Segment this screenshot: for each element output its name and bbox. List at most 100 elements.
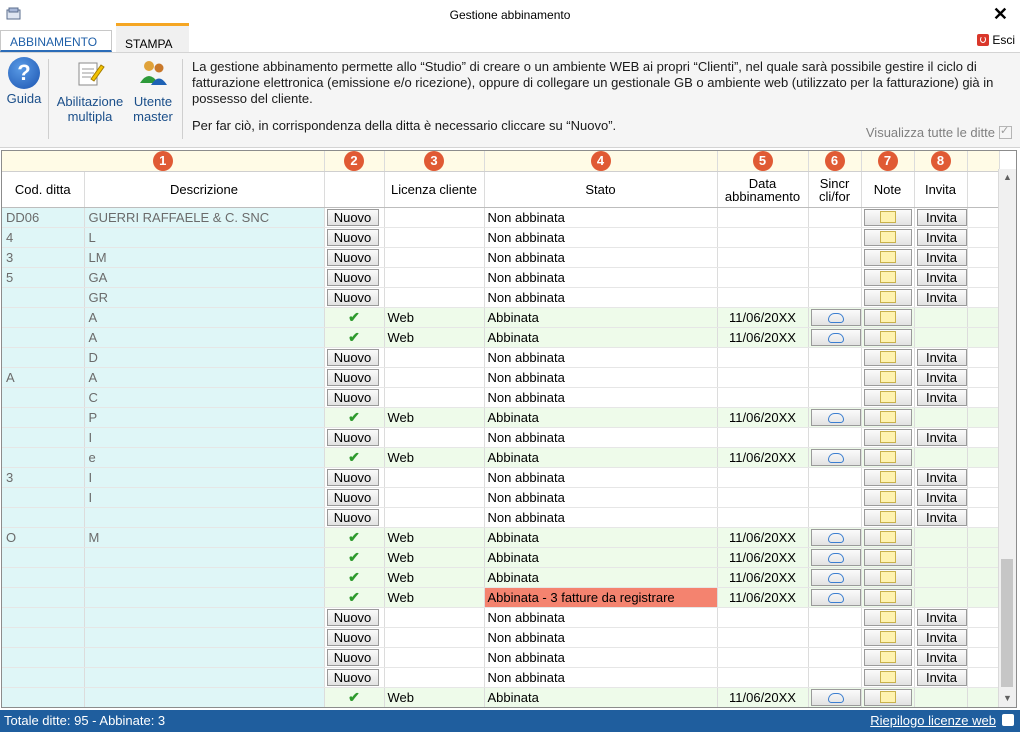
guida-button[interactable]: ? Guida bbox=[4, 57, 44, 106]
export-icon[interactable] bbox=[1002, 714, 1014, 726]
header-licenza[interactable]: Licenza cliente bbox=[384, 171, 485, 208]
table-row[interactable]: 3 LM Nuovo Non abbinata Invita bbox=[2, 247, 1000, 268]
utente-master-button[interactable]: Utente master bbox=[130, 57, 176, 124]
invita-button[interactable]: Invita bbox=[916, 509, 966, 526]
show-all-checkbox[interactable] bbox=[999, 124, 1012, 139]
table-row[interactable]: GR Nuovo Non abbinata Invita bbox=[2, 287, 1000, 308]
nuovo-button[interactable]: Nuovo bbox=[326, 489, 379, 506]
table-row[interactable]: DD06 GUERRI RAFFAELE & C. SNC Nuovo Non abb… bbox=[2, 207, 1000, 228]
header-descrizione[interactable]: Descrizione bbox=[84, 171, 325, 208]
invita-button[interactable]: Invita bbox=[916, 209, 966, 226]
invita-button[interactable]: Invita bbox=[916, 649, 966, 666]
note-button[interactable] bbox=[863, 389, 912, 406]
invita-button[interactable]: Invita bbox=[916, 469, 966, 486]
note-button[interactable] bbox=[863, 629, 912, 646]
nuovo-button[interactable]: Nuovo bbox=[326, 609, 379, 626]
note-button[interactable] bbox=[863, 669, 912, 686]
invita-button[interactable]: Invita bbox=[916, 229, 966, 246]
header-stato[interactable]: Stato bbox=[484, 171, 718, 208]
table-row[interactable]: 4 L Nuovo Non abbinata Invita bbox=[2, 227, 1000, 248]
table-row[interactable]: Nuovo Non abbinata Invita bbox=[2, 667, 1000, 688]
table-row[interactable]: Nuovo Non abbinata Invita bbox=[2, 507, 1000, 528]
scroll-thumb[interactable] bbox=[1001, 559, 1013, 687]
note-button[interactable] bbox=[863, 469, 912, 486]
note-button[interactable] bbox=[863, 269, 912, 286]
table-row[interactable]: P ✔ Web Abbinata 11/06/20XX bbox=[2, 407, 1000, 428]
note-button[interactable] bbox=[863, 409, 912, 426]
note-button[interactable] bbox=[863, 349, 912, 366]
table-row[interactable]: 5 GA Nuovo Non abbinata Invita bbox=[2, 267, 1000, 288]
nuovo-button[interactable]: Nuovo bbox=[326, 669, 379, 686]
riepilogo-licenze-link[interactable]: Riepilogo licenze web bbox=[870, 713, 996, 728]
nuovo-button[interactable]: Nuovo bbox=[326, 629, 379, 646]
nuovo-button[interactable]: Nuovo bbox=[326, 289, 379, 306]
invita-button[interactable]: Invita bbox=[916, 369, 966, 386]
note-button[interactable] bbox=[863, 309, 912, 326]
note-button[interactable] bbox=[863, 369, 912, 386]
table-row[interactable]: I Nuovo Non abbinata Invita bbox=[2, 427, 1000, 448]
note-button[interactable] bbox=[863, 229, 912, 246]
invita-button[interactable]: Invita bbox=[916, 269, 966, 286]
note-button[interactable] bbox=[863, 509, 912, 526]
vertical-scrollbar[interactable]: ▲ ▼ bbox=[998, 169, 1016, 707]
table-row[interactable]: D Nuovo Non abbinata Invita bbox=[2, 347, 1000, 368]
abilitazione-multipla-button[interactable]: Abilitazione multipla bbox=[52, 57, 128, 124]
sync-button[interactable] bbox=[810, 689, 860, 706]
nuovo-button[interactable]: Nuovo bbox=[326, 209, 379, 226]
tab-abbinamento[interactable]: ABBINAMENTO bbox=[0, 30, 112, 52]
table-row[interactable]: e ✔ Web Abbinata 11/06/20XX bbox=[2, 447, 1000, 468]
close-icon[interactable]: ✕ bbox=[993, 4, 1008, 25]
sync-button[interactable] bbox=[810, 589, 860, 606]
invita-button[interactable]: Invita bbox=[916, 609, 966, 626]
nuovo-button[interactable]: Nuovo bbox=[326, 649, 379, 666]
nuovo-button[interactable]: Nuovo bbox=[326, 509, 379, 526]
sync-button[interactable] bbox=[810, 569, 860, 586]
note-button[interactable] bbox=[863, 329, 912, 346]
invita-button[interactable]: Invita bbox=[916, 389, 966, 406]
invita-button[interactable]: Invita bbox=[916, 669, 966, 686]
scroll-down-icon[interactable]: ▼ bbox=[999, 690, 1016, 707]
sync-button[interactable] bbox=[810, 409, 860, 426]
tab-stampa[interactable]: STAMPA bbox=[116, 23, 189, 52]
sync-button[interactable] bbox=[810, 329, 860, 346]
table-row[interactable]: A A Nuovo Non abbinata Invita bbox=[2, 367, 1000, 388]
table-row[interactable]: Nuovo Non abbinata Invita bbox=[2, 607, 1000, 628]
note-button[interactable] bbox=[863, 249, 912, 266]
table-row[interactable]: A ✔ Web Abbinata 11/06/20XX bbox=[2, 307, 1000, 328]
nuovo-button[interactable]: Nuovo bbox=[326, 429, 379, 446]
table-row[interactable]: C Nuovo Non abbinata Invita bbox=[2, 387, 1000, 408]
nuovo-button[interactable]: Nuovo bbox=[326, 349, 379, 366]
sync-button[interactable] bbox=[810, 549, 860, 566]
invita-button[interactable]: Invita bbox=[916, 489, 966, 506]
table-row[interactable]: ✔ Web Abbinata 11/06/20XX bbox=[2, 547, 1000, 568]
invita-button[interactable]: Invita bbox=[916, 629, 966, 646]
nuovo-button[interactable]: Nuovo bbox=[326, 389, 379, 406]
note-button[interactable] bbox=[863, 609, 912, 626]
nuovo-button[interactable]: Nuovo bbox=[326, 269, 379, 286]
table-row[interactable]: A ✔ Web Abbinata 11/06/20XX bbox=[2, 327, 1000, 348]
exit-button[interactable]: Esci bbox=[977, 33, 1015, 47]
note-button[interactable] bbox=[863, 209, 912, 226]
note-button[interactable] bbox=[863, 289, 912, 306]
header-sincr[interactable]: Sincr cli/for bbox=[808, 171, 862, 208]
invita-button[interactable]: Invita bbox=[916, 429, 966, 446]
nuovo-button[interactable]: Nuovo bbox=[326, 249, 379, 266]
header-note[interactable]: Note bbox=[861, 171, 915, 208]
note-button[interactable] bbox=[863, 489, 912, 506]
sync-button[interactable] bbox=[810, 529, 860, 546]
note-button[interactable] bbox=[863, 549, 912, 566]
note-button[interactable] bbox=[863, 449, 912, 466]
note-button[interactable] bbox=[863, 569, 912, 586]
table-row[interactable]: 3 I Nuovo Non abbinata Invita bbox=[2, 467, 1000, 488]
nuovo-button[interactable]: Nuovo bbox=[326, 469, 379, 486]
header-data[interactable]: Data abbinamento bbox=[717, 171, 809, 208]
invita-button[interactable]: Invita bbox=[916, 249, 966, 266]
table-row[interactable]: ✔ Web Abbinata - 3 fatture da registrare 11… bbox=[2, 587, 1000, 608]
invita-button[interactable]: Invita bbox=[916, 289, 966, 306]
note-button[interactable] bbox=[863, 589, 912, 606]
table-row[interactable]: ✔ Web Abbinata 11/06/20XX bbox=[2, 687, 1000, 707]
note-button[interactable] bbox=[863, 529, 912, 546]
note-button[interactable] bbox=[863, 689, 912, 706]
nuovo-button[interactable]: Nuovo bbox=[326, 369, 379, 386]
table-row[interactable]: I Nuovo Non abbinata Invita bbox=[2, 487, 1000, 508]
